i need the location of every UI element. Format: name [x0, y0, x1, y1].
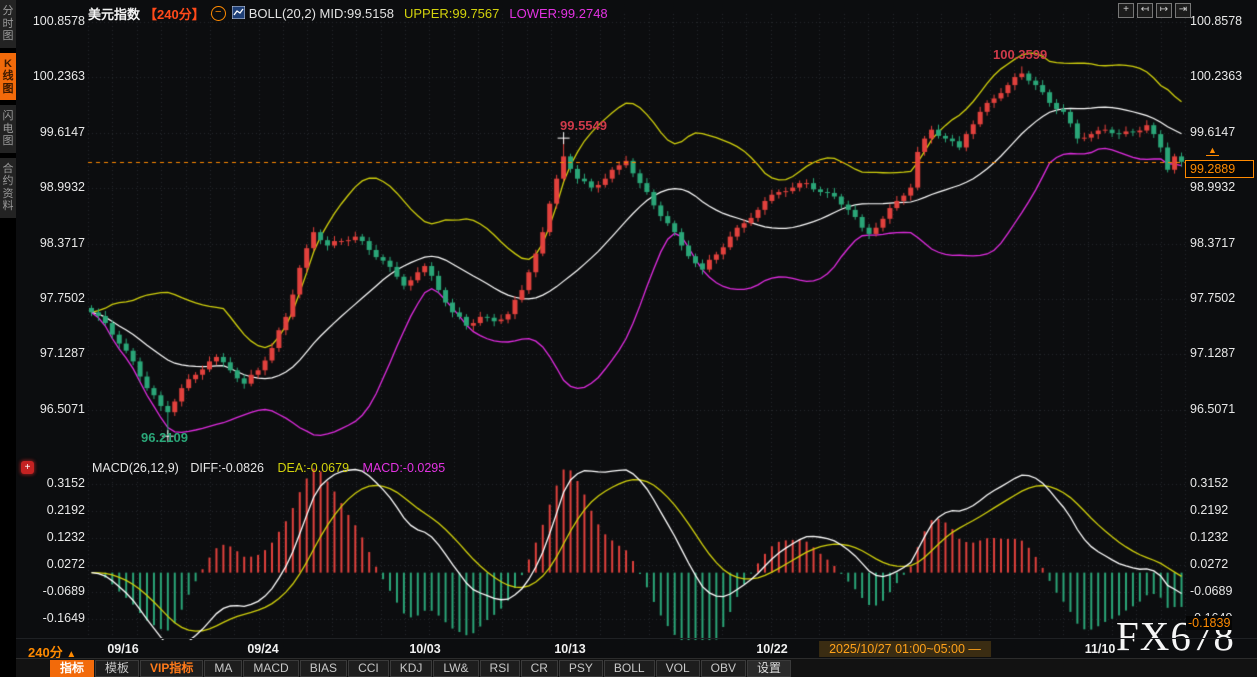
- toolbar-item-bias[interactable]: BIAS: [299, 660, 348, 677]
- price-tick-left: 99.6147: [39, 125, 85, 139]
- date-tick: 09/16: [107, 642, 139, 656]
- sidebar-tab-lightning[interactable]: 闪电图: [0, 105, 16, 153]
- macd-dea-readout: DEA:-0.0679: [277, 461, 350, 475]
- price-tick-left: 96.5071: [39, 402, 85, 416]
- annotation-lowest: 96.2109: [141, 430, 188, 445]
- macd-tick-right: -0.0689: [1190, 584, 1233, 598]
- boll-lower-readout: LOWER:99.2748: [509, 6, 608, 21]
- macd-tick-right: 0.1232: [1190, 530, 1229, 544]
- crosshair-icon[interactable]: +: [1118, 3, 1134, 18]
- price-tick-left: 100.2363: [32, 69, 85, 83]
- date-tick: 10/22: [756, 642, 788, 656]
- chart-header: 美元指数 【240分】 − BOLL(20,2) MID:99.5158 UPP…: [88, 4, 608, 23]
- macd-diff-readout: DIFF:-0.0826: [190, 461, 264, 475]
- hover-time-tooltip: 2025/10/27 01:00~05:00 —: [819, 641, 991, 657]
- interval-tag: 【240分】: [144, 7, 205, 22]
- toolbar-item-boll[interactable]: BOLL: [603, 660, 655, 677]
- price-tick-right: 99.6147: [1190, 125, 1236, 139]
- indicator-toolbar: 指标 模板 VIP指标 MA MACD BIAS CCI KDJ LW& RSI…: [16, 658, 1257, 677]
- toolbar-item-kdj[interactable]: KDJ: [389, 660, 433, 677]
- boll-upper-readout: UPPER:99.7567: [403, 6, 500, 21]
- chart-mode-sidebar: 分时图 K线图 闪电图 合约资料: [0, 0, 16, 677]
- price-tick-right: 98.9932: [1190, 180, 1236, 194]
- macd-macd-readout: MACD:-0.0295: [362, 461, 446, 475]
- axis-compress-right-icon[interactable]: ↦: [1156, 3, 1172, 18]
- price-tick-left: 98.3717: [39, 236, 85, 250]
- macd-tick-right: 0.2192: [1190, 503, 1229, 517]
- current-price-marker-icon: ▲: [1206, 145, 1219, 156]
- macd-current-value: -0.1839: [1186, 616, 1233, 630]
- toolbar-item-lw[interactable]: LW&: [433, 660, 479, 677]
- toolbar-item-cr[interactable]: CR: [520, 660, 558, 677]
- toolbar-item-psy[interactable]: PSY: [558, 660, 603, 677]
- current-price-box: 99.2889: [1185, 160, 1254, 178]
- macd-tick-left: -0.1649: [42, 611, 85, 625]
- axis-compress-left-icon[interactable]: ↤: [1137, 3, 1153, 18]
- date-tick: 10/13: [554, 642, 586, 656]
- macd-tick-right: 0.0272: [1190, 557, 1229, 571]
- price-tick-right: 96.5071: [1190, 402, 1236, 416]
- price-tick-right: 97.7502: [1190, 291, 1236, 305]
- price-tick-right: 98.3717: [1190, 236, 1236, 250]
- symbol-name: 美元指数: [88, 7, 141, 22]
- toolbar-item-settings[interactable]: 设置: [746, 660, 791, 677]
- toolbar-item-macd[interactable]: MACD: [243, 660, 299, 677]
- toolbar-item-vol[interactable]: VOL: [655, 660, 700, 677]
- sidebar-tab-kline[interactable]: K线图: [0, 52, 16, 100]
- toolbar-item-obv[interactable]: OBV: [700, 660, 746, 677]
- date-tick: 11/10: [1084, 642, 1116, 656]
- kline-mini-icon: [231, 5, 246, 22]
- toolbar-item-vip-indicator[interactable]: VIP指标: [140, 660, 204, 677]
- macd-tick-right: 0.3152: [1190, 476, 1229, 490]
- date-tick: 10/03: [409, 642, 441, 656]
- price-tick-left: 97.7502: [39, 291, 85, 305]
- macd-tick-left: 0.3152: [46, 476, 85, 490]
- macd-tick-left: -0.0689: [42, 584, 85, 598]
- alert-icon[interactable]: +: [21, 461, 34, 474]
- date-tick: 09/24: [247, 642, 279, 656]
- collapse-icon[interactable]: −: [210, 6, 226, 21]
- price-tick-left: 98.9932: [39, 180, 85, 194]
- macd-header: MACD(26,12,9) DIFF:-0.0826 DEA:-0.0679 M…: [92, 461, 445, 475]
- price-tick-left: 100.8578: [32, 14, 85, 28]
- sidebar-tab-contract-info[interactable]: 合约资料: [0, 157, 16, 218]
- price-tick-right: 97.1287: [1190, 346, 1236, 360]
- toolbar-item-rsi[interactable]: RSI: [479, 660, 520, 677]
- sidebar-tab-timeline[interactable]: 分时图: [0, 0, 16, 48]
- macd-tick-left: 0.2192: [46, 503, 85, 517]
- toolbar-item-ma[interactable]: MA: [204, 660, 243, 677]
- price-tick-left: 97.1287: [39, 346, 85, 360]
- price-tick-right: 100.2363: [1190, 69, 1243, 83]
- macd-title: MACD(26,12,9): [92, 461, 179, 475]
- toolbar-item-indicator[interactable]: 指标: [50, 660, 95, 677]
- time-axis: 240分 ▲ 09/16 09/24 10/03 10/13 10/22 11/…: [16, 638, 1257, 660]
- macd-tick-left: 0.0272: [46, 557, 85, 571]
- toolbar-item-template[interactable]: 模板: [95, 660, 140, 677]
- pan-right-icon[interactable]: ⇥: [1175, 3, 1191, 18]
- toolbar-item-cci[interactable]: CCI: [348, 660, 389, 677]
- chart-tool-buttons: + ↤ ↦ ⇥: [1115, 3, 1191, 18]
- boll-mid-readout: BOLL(20,2) MID:99.5158: [248, 6, 394, 21]
- macd-tick-left: 0.1232: [46, 530, 85, 544]
- annotation-local-high: 99.5549: [560, 118, 607, 133]
- annotation-highest: 100.3599: [993, 47, 1048, 62]
- trading-app-window: 分时图 K线图 闪电图 合约资料 美元指数 【240分】 − BOLL(20,2…: [0, 0, 1257, 677]
- price-tick-right: 100.8578: [1190, 14, 1243, 28]
- kline-chart-canvas[interactable]: [0, 0, 1257, 677]
